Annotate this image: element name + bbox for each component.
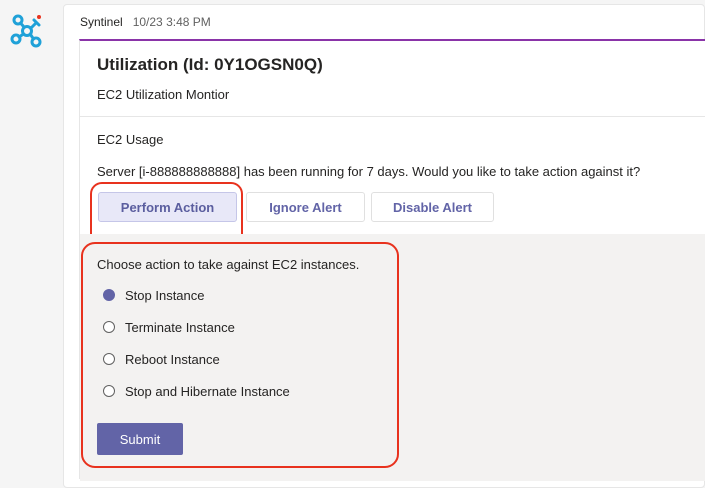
card-title: Utilization (Id: 0Y1OGSN0Q) — [97, 55, 323, 74]
radio-label: Stop and Hibernate Instance — [125, 383, 290, 399]
radio-label: Terminate Instance — [125, 319, 235, 335]
syntinel-logo-icon — [10, 14, 42, 48]
alert-message: Server [i-888888888888] has been running… — [97, 164, 641, 179]
radio-button[interactable] — [103, 385, 115, 397]
radio-option-reboot-instance[interactable]: Reboot Instance — [103, 349, 220, 369]
disable-alert-button[interactable]: Disable Alert — [371, 192, 494, 222]
action-prompt: Choose action to take against EC2 instan… — [97, 257, 360, 272]
radio-button[interactable] — [103, 321, 115, 333]
ignore-alert-button[interactable]: Ignore Alert — [246, 192, 365, 222]
radio-option-stop-instance[interactable]: Stop Instance — [103, 285, 205, 305]
radio-label: Stop Instance — [125, 287, 205, 303]
radio-option-terminate-instance[interactable]: Terminate Instance — [103, 317, 235, 337]
section-label: EC2 Usage — [97, 132, 164, 147]
radio-button[interactable] — [103, 353, 115, 365]
radio-label: Reboot Instance — [125, 351, 220, 367]
sender-name[interactable]: Syntinel — [80, 15, 123, 29]
perform-action-button[interactable]: Perform Action — [98, 192, 237, 222]
message-container: Syntinel 10/23 3:48 PM Utilization (Id: … — [63, 4, 705, 488]
chat-frame: Syntinel 10/23 3:48 PM Utilization (Id: … — [0, 0, 705, 488]
bot-avatar[interactable] — [8, 12, 46, 50]
message-header: Syntinel 10/23 3:48 PM — [80, 13, 211, 31]
radio-button[interactable] — [103, 289, 115, 301]
submit-button[interactable]: Submit — [97, 423, 183, 455]
radio-option-stop-and-hibernate-instance[interactable]: Stop and Hibernate Instance — [103, 381, 290, 401]
card-divider — [80, 116, 705, 117]
action-panel: Choose action to take against EC2 instan… — [80, 234, 705, 481]
message-timestamp: 10/23 3:48 PM — [132, 15, 211, 29]
adaptive-card: Utilization (Id: 0Y1OGSN0Q) EC2 Utilizat… — [79, 39, 705, 481]
card-subtitle: EC2 Utilization Montior — [97, 87, 230, 102]
